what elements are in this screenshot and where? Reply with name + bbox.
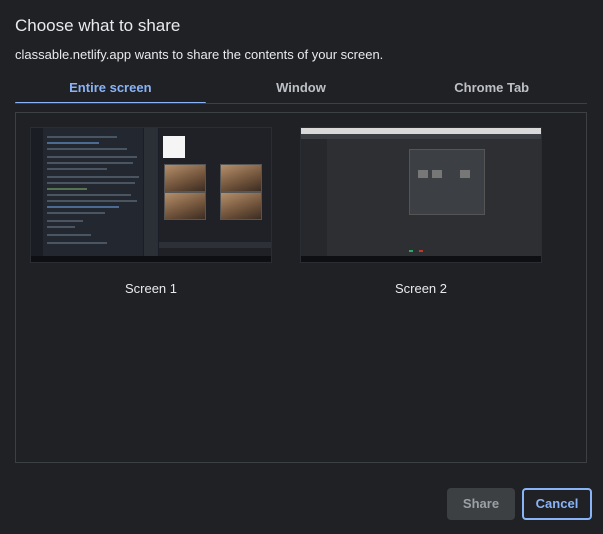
camera-tile [220,164,262,192]
share-dialog-preview [409,149,485,215]
panel-preview [144,128,158,256]
tab-divider [15,103,587,104]
sidebar-preview [301,139,327,256]
source-list: Screen 1 Screen 2 [15,112,587,463]
screen-1-thumbnail [30,127,272,263]
tab-bar: Entire screen Window Chrome Tab [15,76,587,104]
share-button[interactable]: Share [447,488,515,520]
main-area-preview [327,139,541,256]
camera-tile [164,164,206,192]
screen-1-label: Screen 1 [124,281,178,296]
screen-2-label: Screen 2 [394,281,448,296]
camera-tile [220,192,262,220]
screen-1-option[interactable]: Screen 1 [30,127,272,296]
tab-chrome-tab[interactable]: Chrome Tab [396,76,587,104]
screen-2-thumbnail [300,127,542,263]
camera-tile [164,192,206,220]
screen-2-option[interactable]: Screen 2 [300,127,542,296]
tab-entire-screen[interactable]: Entire screen [15,76,206,104]
controls-preview [159,242,271,248]
taskbar-preview [301,256,541,262]
tab-window[interactable]: Window [206,76,397,104]
white-box-preview [163,136,185,158]
taskbar-preview [31,256,271,262]
cancel-button[interactable]: Cancel [522,488,592,520]
editor-sidebar-preview [31,128,43,256]
dialog-title: Choose what to share [15,16,181,35]
dialog-subtitle: classable.netlify.app wants to share the… [15,47,384,62]
